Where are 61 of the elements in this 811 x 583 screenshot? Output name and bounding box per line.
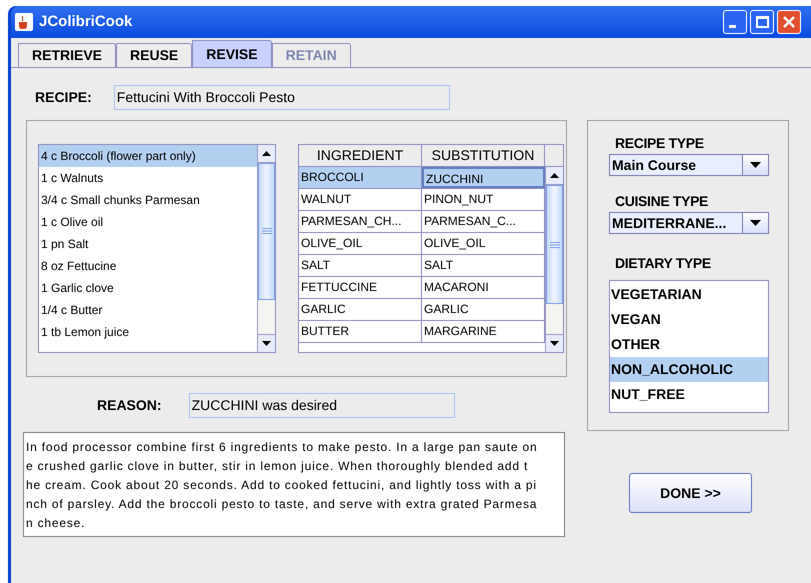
ingredient-item[interactable]: 1 c Walnuts bbox=[39, 167, 257, 189]
reason-field[interactable]: ZUCCHINI was desired bbox=[188, 393, 455, 418]
tab[interactable]: RETRIEVE bbox=[18, 43, 116, 67]
caret-icon bbox=[750, 220, 761, 226]
scroll-thumb[interactable] bbox=[258, 163, 275, 300]
recipe-field[interactable]: Fettucini With Broccoli Pesto bbox=[114, 85, 450, 110]
ingredient-item[interactable]: 1 Garlic clove bbox=[39, 277, 257, 299]
dietary-item[interactable]: NON_ALCOHOLIC bbox=[610, 357, 768, 382]
ingredient-item[interactable]: 3/4 c Small chunks Parmesan bbox=[39, 189, 257, 211]
ingredient-item[interactable]: 1 tb Lemon juice bbox=[39, 321, 257, 343]
ingredient-item[interactable]: 1 c Olive oil bbox=[39, 211, 257, 233]
table-cell: FETTUCCINE bbox=[299, 277, 422, 298]
ingredient-item[interactable]: 1 pn Salt bbox=[39, 233, 257, 255]
grip-icon bbox=[262, 228, 272, 234]
table-cell: BROCCOLI bbox=[299, 167, 422, 188]
column-header[interactable]: INGREDIENT bbox=[299, 145, 422, 166]
table-cell: GARLIC bbox=[299, 299, 422, 320]
dropdown[interactable]: MEDITERRANE... bbox=[609, 212, 769, 234]
scrollbar[interactable] bbox=[257, 145, 275, 352]
maximize-button[interactable] bbox=[750, 10, 774, 34]
combo-label: CUISINE TYPE bbox=[615, 192, 710, 211]
column-header[interactable]: SUBSTITUTION bbox=[422, 145, 545, 166]
cup-icon bbox=[15, 13, 33, 31]
tab[interactable]: REUSE bbox=[116, 43, 192, 67]
combo-label: RECIPE TYPE bbox=[615, 134, 705, 153]
ingredient-item[interactable]: 4 c Broccoli (flower part only) bbox=[39, 145, 257, 167]
close-button[interactable] bbox=[777, 10, 801, 34]
recipe-label: RECIPE: bbox=[35, 88, 92, 107]
close-icon bbox=[783, 16, 795, 28]
reason-label: REASON: bbox=[97, 396, 162, 415]
up-arrow-icon bbox=[262, 151, 271, 156]
table-cell: ZUCCHINI bbox=[422, 167, 545, 188]
scroll-down-button[interactable] bbox=[546, 334, 563, 352]
scroll-down-button[interactable] bbox=[258, 334, 275, 352]
dietary-item[interactable]: VEGAN bbox=[610, 307, 768, 332]
grip-icon bbox=[550, 242, 560, 248]
down-arrow-icon bbox=[550, 341, 559, 346]
dietary-item[interactable]: VEGETARIAN bbox=[610, 282, 768, 307]
dietary-label: DIETARY TYPE bbox=[615, 254, 712, 273]
dietary-item[interactable]: OTHER bbox=[610, 332, 768, 357]
caret-icon bbox=[750, 162, 761, 168]
table-cell: WALNUT bbox=[299, 189, 422, 210]
table-cell: BUTTER bbox=[299, 321, 422, 342]
scroll-up-button[interactable] bbox=[546, 167, 563, 185]
down-arrow-icon bbox=[262, 341, 271, 346]
dietary-item[interactable]: NUT_FREE bbox=[610, 382, 768, 407]
table-cell: SALT bbox=[299, 255, 422, 276]
scrollbar[interactable] bbox=[545, 167, 563, 352]
up-arrow-icon bbox=[550, 173, 559, 178]
scroll-up-button[interactable] bbox=[258, 145, 275, 163]
instructions-text: In food processor combine first 6 ingredients to make pesto. In a large pan saute on e crushed garlic clove in butter, stir in lemon juice. When thoroughly blended add t he cream. Cook about 20 seconds. Add to cooked fettucini, and lightly toss with a pi nch of parsley. Add the broccoli pesto to taste, and serve with extra grated Parmesa n cheese. bbox=[23, 432, 565, 537]
tab[interactable]: REVISE bbox=[192, 40, 272, 67]
scroll-thumb[interactable] bbox=[546, 185, 563, 304]
window-title: JColibriCook bbox=[39, 12, 132, 32]
minimize-button[interactable] bbox=[723, 10, 747, 34]
dropdown[interactable]: Main Course bbox=[609, 154, 769, 176]
table-cell: PARMESAN_CH... bbox=[299, 211, 422, 232]
ingredient-item[interactable]: 1/4 c Butter bbox=[39, 299, 257, 321]
ingredient-item[interactable]: 8 oz Fettucine bbox=[39, 255, 257, 277]
done-button[interactable]: DONE >> bbox=[629, 473, 752, 513]
table-cell: OLIVE_OIL bbox=[299, 233, 422, 254]
